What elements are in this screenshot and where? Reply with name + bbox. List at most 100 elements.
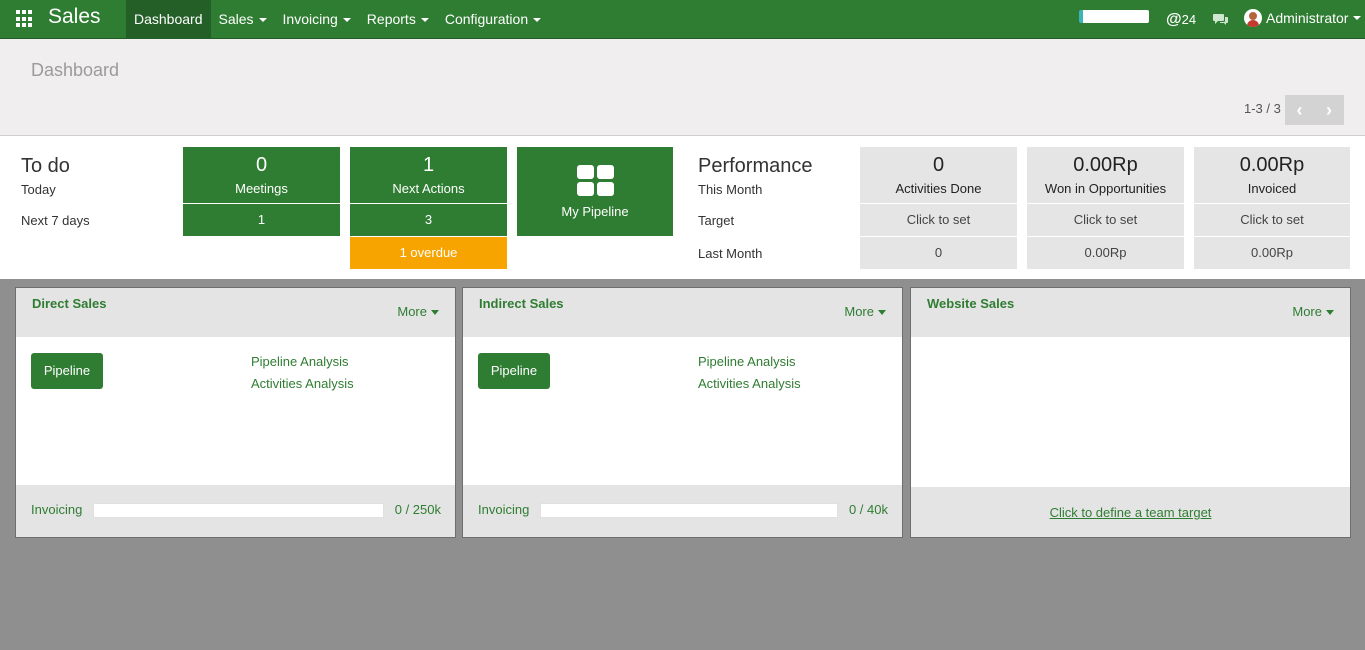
meetings-today-value: 0 [255,154,268,176]
avatar [1244,9,1262,27]
pager-previous-button[interactable]: ‹ [1285,95,1315,125]
team-card-direct-sales: Direct Sales More Pipeline Pipeline Anal… [15,287,456,538]
invoicing-label: Invoicing [478,502,530,517]
menu-sales[interactable]: Sales [211,0,275,39]
invoicing-value: 0 / 250k [394,502,441,517]
today-label: Today [21,182,56,197]
card-footer: Invoicing 0 / 40k [463,485,902,537]
todo-title: To do [21,155,70,177]
won-target-cell[interactable]: Click to set [1027,204,1184,236]
user-menu[interactable]: Administrator [1244,9,1362,27]
invoiced-tile: 0.00Rp Invoiced [1194,147,1350,203]
card-header: Indirect Sales More [463,288,902,337]
performance-title: Performance [698,155,813,177]
chevron-left-icon: ‹ [1296,99,1303,120]
more-label: More [844,304,874,319]
invoicing-value: 0 / 40k [848,502,888,517]
app-title: Sales [48,5,101,28]
activities-done-tile: 0 Activities Done [860,147,1017,203]
chat-icon[interactable] [1213,12,1229,26]
my-pipeline-label: My Pipeline [561,204,629,219]
target-label: Target [698,213,735,228]
pipeline-grid-icon [577,165,614,196]
next-actions-label: Next Actions [392,181,465,196]
pipeline-analysis-link[interactable]: Pipeline Analysis [251,354,349,369]
pipeline-button[interactable]: Pipeline [31,353,103,389]
more-label: More [1292,304,1322,319]
caret-down-icon [878,310,886,316]
next-7-days-label: Next 7 days [21,213,90,228]
control-panel: Dashboard 1-3 / 3 ‹ › [0,39,1365,136]
activities-analysis-link[interactable]: Activities Analysis [251,376,354,391]
activities-done-value: 0 [932,154,945,176]
user-name: Administrator [1266,10,1349,26]
caret-down-icon [420,18,429,23]
next-actions-next7-tile[interactable]: 3 [350,204,507,236]
team-name[interactable]: Indirect Sales [479,296,564,311]
menu-reports-label: Reports [366,11,416,27]
mentions-count: 24 [1181,12,1197,27]
pager-value[interactable]: 1-3 / 3 [1244,101,1281,116]
menu-dashboard-label: Dashboard [134,11,203,27]
team-name[interactable]: Website Sales [927,296,1014,311]
menu-configuration-label: Configuration [444,11,529,27]
activities-target-cell[interactable]: Click to set [860,204,1017,236]
team-card-indirect-sales: Indirect Sales More Pipeline Pipeline An… [462,287,903,538]
invoiced-label: Invoiced [1247,181,1297,196]
invoiced-last-month-cell: 0.00Rp [1194,237,1350,269]
menu-configuration[interactable]: Configuration [437,0,549,39]
caret-down-icon [533,18,542,23]
more-dropdown[interactable]: More [844,304,886,319]
page-title[interactable]: Dashboard [31,60,119,81]
activities-done-label: Activities Done [895,181,982,196]
meetings-next7-tile[interactable]: 1 [183,204,340,236]
won-opportunities-tile: 0.00Rp Won in Opportunities [1027,147,1184,203]
card-header: Direct Sales More [16,288,455,337]
activities-analysis-link[interactable]: Activities Analysis [698,376,801,391]
menu-reports[interactable]: Reports [359,0,437,39]
top-navbar: Sales Dashboard Sales Invoicing Reports … [0,0,1365,39]
pager-next-button[interactable]: › [1314,95,1344,125]
define-team-target-link[interactable]: Click to define a team target [911,505,1350,520]
apps-menu-icon[interactable] [16,10,34,28]
more-dropdown[interactable]: More [397,304,439,319]
main-menu: Dashboard Sales Invoicing Reports Config… [126,0,549,39]
menu-invoicing-label: Invoicing [282,11,338,27]
team-card-website-sales: Website Sales More Click to define a tea… [910,287,1351,538]
invoiced-value: 0.00Rp [1239,154,1305,176]
won-last-month-cell: 0.00Rp [1027,237,1184,269]
caret-down-icon [1353,16,1362,20]
caret-down-icon [431,310,439,316]
mentions-button[interactable]: @24 [1166,11,1196,29]
next-actions-today-tile[interactable]: 1 Next Actions [350,147,507,203]
won-opportunities-value: 0.00Rp [1073,154,1138,176]
menu-sales-label: Sales [218,11,254,27]
pipeline-button[interactable]: Pipeline [478,353,550,389]
activities-last-month-cell: 0 [860,237,1017,269]
menu-invoicing[interactable]: Invoicing [275,0,359,39]
caret-down-icon [258,18,267,23]
last-month-label: Last Month [698,246,763,261]
card-header: Website Sales More [911,288,1350,337]
menu-dashboard[interactable]: Dashboard [126,0,211,39]
more-dropdown[interactable]: More [1292,304,1334,319]
next-actions-today-value: 1 [422,154,435,176]
my-pipeline-tile[interactable]: My Pipeline [517,147,673,236]
pipeline-analysis-link[interactable]: Pipeline Analysis [698,354,796,369]
team-name[interactable]: Direct Sales [32,296,106,311]
overdue-tile[interactable]: 1 overdue [350,237,507,269]
more-label: More [397,304,427,319]
this-month-label: This Month [698,182,763,197]
caret-down-icon [1326,310,1334,316]
meetings-label: Meetings [235,181,288,196]
invoicing-label: Invoicing [31,502,83,517]
invoiced-target-cell[interactable]: Click to set [1194,204,1350,236]
invoicing-progress-bar [540,503,838,518]
loading-progress-bar [1079,10,1149,23]
chevron-right-icon: › [1326,99,1332,120]
at-icon: @ [1166,11,1182,28]
meetings-today-tile[interactable]: 0 Meetings [183,147,340,203]
caret-down-icon [342,18,351,23]
card-footer: Invoicing 0 / 250k [16,485,455,537]
sales-stats-panel: To do Today Next 7 days 0 Meetings 1 1 N… [0,136,1365,279]
